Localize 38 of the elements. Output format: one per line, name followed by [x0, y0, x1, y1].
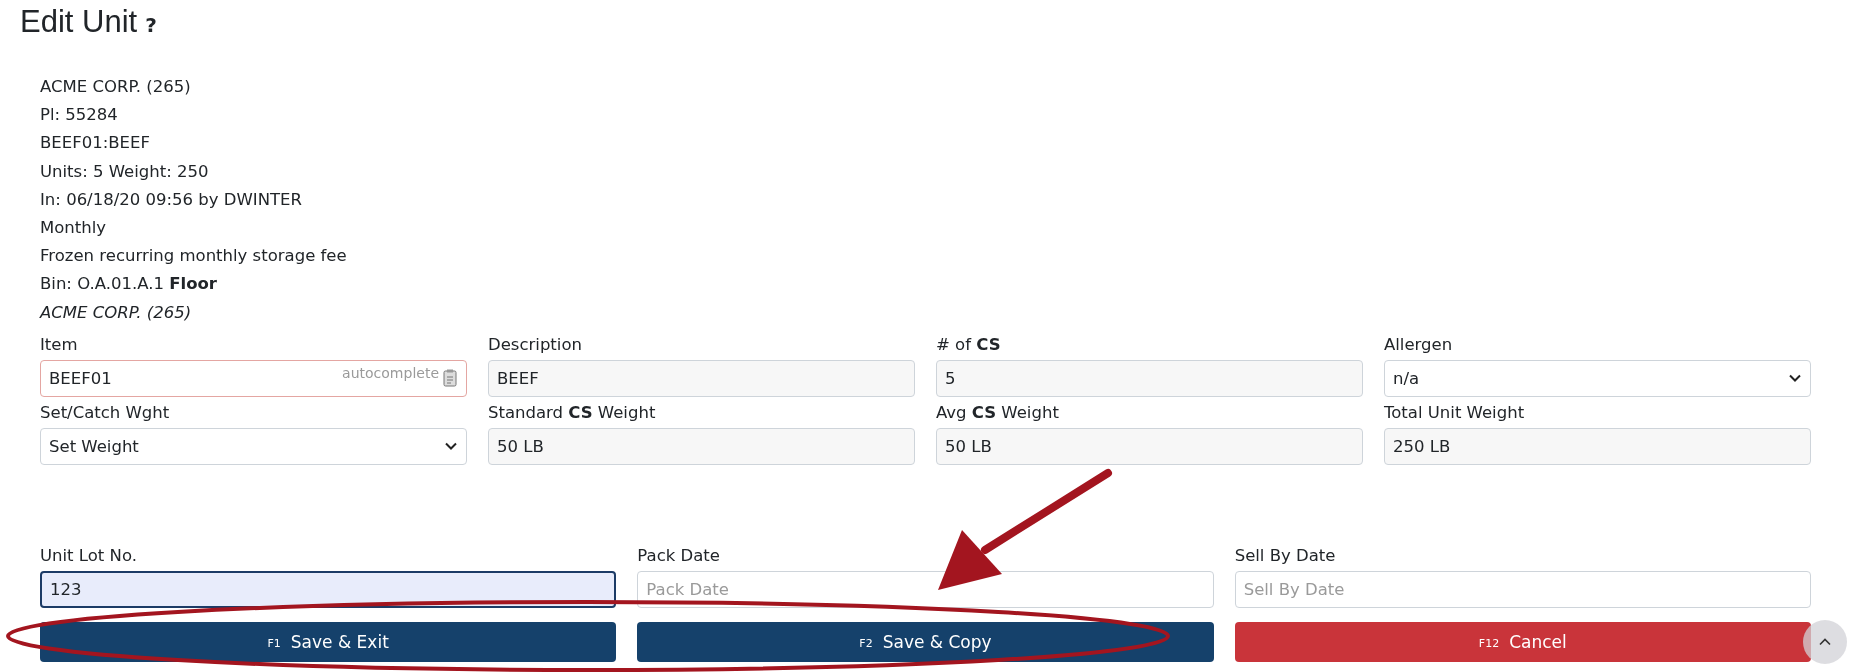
field-label: # of CS [936, 333, 1002, 356]
input-field[interactable]: 50 LB [488, 427, 915, 465]
field-label: Description [488, 333, 583, 356]
info-line: ACME CORP. (265) [40, 76, 192, 98]
field-label: Set/Catch Wght [40, 401, 171, 424]
info-line: Monthly [40, 217, 108, 239]
select-field[interactable]: n/a [1384, 359, 1811, 397]
info-line: ACME CORP. (265) [40, 301, 193, 324]
save-button[interactable]: F2 Save & Copy [637, 621, 1214, 662]
input-field[interactable]: BEEF [488, 359, 915, 397]
info-line: In: 06/18/20 09:56 by DWINTER [40, 188, 303, 211]
info-line: Units: 5 Weight: 250 [40, 160, 210, 183]
field-label: Sell By Date [1234, 544, 1337, 567]
input-field[interactable]: 250 LB [1384, 427, 1811, 465]
info-line: Frozen recurring monthly storage fee [40, 245, 348, 268]
input-field[interactable]: 123 [40, 570, 617, 608]
autocomplete-hint: autocomplete [342, 364, 439, 381]
info-line: Pl: 55284 [40, 104, 119, 127]
cancel-button[interactable]: F12 Cancel [1234, 621, 1811, 662]
field-label: Item [40, 333, 79, 356]
field-label: Total Unit Weight [1384, 401, 1526, 424]
field-label: Standard CS Weight [488, 401, 657, 424]
field-label: Unit Lot No. [40, 544, 138, 567]
info-line: Bin: O.A.01.A.1 Floor [40, 273, 218, 296]
field-label: Pack Date [637, 544, 721, 567]
field-label: Avg CS Weight [936, 401, 1060, 424]
info-line: BEEF01:BEEF [40, 132, 151, 155]
save-button[interactable]: F1 Save & Exit [40, 621, 617, 662]
input-field[interactable]: Sell By Date [1234, 570, 1811, 608]
input-field[interactable]: Pack Date [637, 570, 1214, 608]
page-title: Edit Unit [20, 4, 138, 40]
input-field[interactable]: 5 [936, 359, 1363, 397]
clipboard-icon [443, 368, 457, 387]
field-label: Allergen [1384, 333, 1454, 356]
help-link[interactable]: ? [145, 13, 157, 37]
select-field[interactable]: Set Weight [40, 427, 467, 465]
scroll-top-button[interactable] [1803, 620, 1847, 664]
input-field[interactable]: 50 LB [936, 427, 1363, 465]
